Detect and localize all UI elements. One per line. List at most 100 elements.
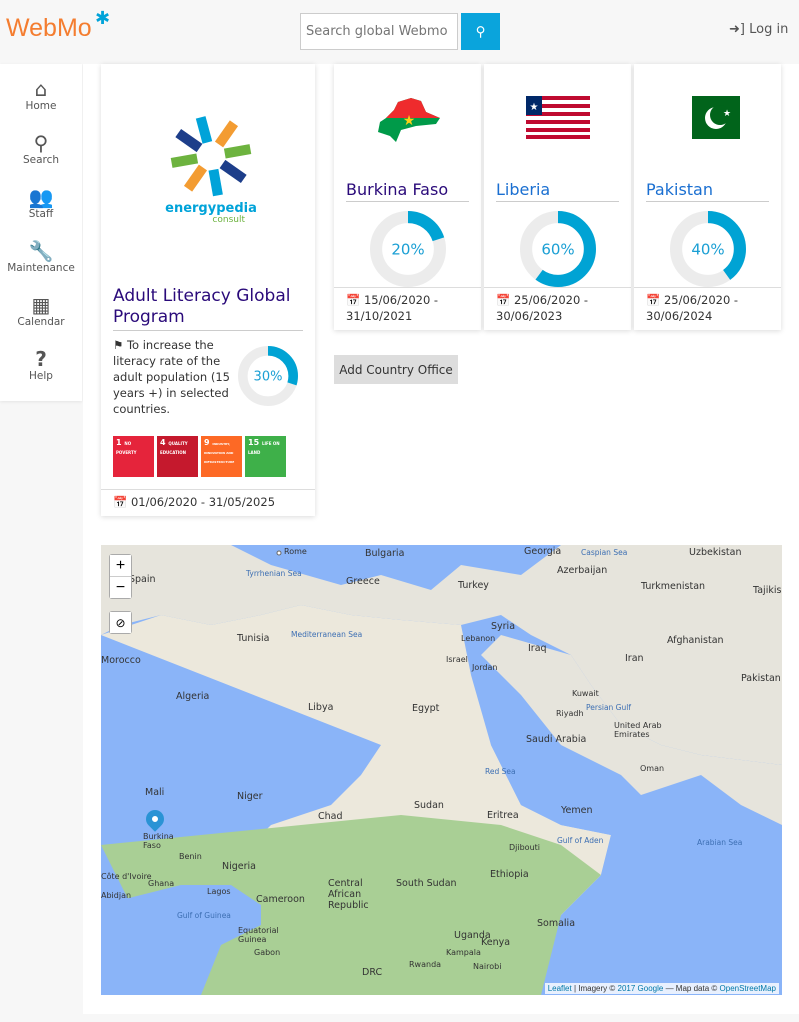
- map-label: Morocco: [101, 655, 141, 666]
- sdg-icons: 1 NO POVERTY 4 QUALITY EDUCATION 9 INDUS…: [113, 436, 286, 477]
- map[interactable]: Bulgaria Georgia Uzbekistan Spain Rome T…: [101, 545, 782, 995]
- map-label: Turkey: [458, 580, 489, 591]
- map-label: Lagos: [207, 887, 231, 896]
- sidebar-item-maintenance[interactable]: 🔧 Maintenance: [0, 226, 82, 280]
- program-title-link[interactable]: Adult Literacy Global Program: [113, 286, 303, 331]
- map-label: Mediterranean Sea: [291, 630, 363, 639]
- map-label: DRC: [362, 967, 383, 978]
- country-progress-donut: 20%: [370, 211, 446, 287]
- map-label: Djibouti: [509, 843, 541, 852]
- map-label: Côte d'Ivoire: [101, 872, 152, 881]
- osm-link[interactable]: OpenStreetMap: [720, 984, 776, 993]
- rome-city-dot: [276, 550, 282, 556]
- search-icon: ⚲: [475, 23, 486, 39]
- calendar-check-icon: 📅: [646, 293, 661, 307]
- map-label: Egypt: [412, 703, 440, 714]
- map-label: Sudan: [414, 800, 444, 811]
- description-text: To increase the literacy rate of the adu…: [113, 338, 230, 416]
- sidebar-item-label: Staff: [28, 208, 54, 220]
- dates-text: 15/06/2020 - 31/10/2021: [346, 293, 439, 323]
- logo-star-icon: ✱: [95, 8, 111, 29]
- program-card[interactable]: energypedia consult Adult Literacy Globa…: [101, 64, 315, 516]
- question-icon: ?: [35, 347, 47, 371]
- map-label: Persian Gulf: [586, 703, 631, 712]
- country-title-link[interactable]: Pakistan: [646, 180, 769, 202]
- sdg-1-icon: 1 NO POVERTY: [113, 436, 154, 477]
- country-progress-donut: 40%: [670, 211, 746, 287]
- dates-text: 25/06/2020 - 30/06/2024: [646, 293, 739, 323]
- sidebar-item-label: Home: [25, 100, 57, 112]
- map-label: United Arab Emirates: [614, 721, 662, 739]
- sign-in-icon: ➜]: [729, 22, 745, 37]
- google-link[interactable]: 2017 Google: [618, 984, 664, 993]
- map-attribution: Leaflet | Imagery © 2017 Google — Map da…: [544, 983, 779, 994]
- map-label: Kampala: [446, 948, 481, 957]
- map-label: Rwanda: [409, 960, 442, 969]
- map-label: Turkmenistan: [641, 581, 706, 592]
- mapdata-text: — Map data ©: [665, 984, 718, 993]
- map-land: [101, 545, 782, 995]
- imagery-text: | Imagery ©: [573, 984, 616, 993]
- zoom-out-button[interactable]: −: [110, 577, 131, 598]
- map-label: Uzbekistan: [689, 547, 742, 558]
- map-label: Kenya: [481, 937, 511, 948]
- map-label: Central African Republic: [328, 878, 369, 911]
- country-progress-donut: 60%: [520, 211, 596, 287]
- country-title-link[interactable]: Liberia: [496, 180, 619, 202]
- webmo-logo[interactable]: WebMo: [6, 14, 92, 43]
- map-label: Iraq: [528, 643, 547, 654]
- sidebar-item-staff[interactable]: 👥 Staff: [0, 172, 82, 226]
- sidebar-item-help[interactable]: ? Help: [0, 334, 82, 388]
- sidebar-item-home[interactable]: ⌂ Home: [0, 64, 82, 118]
- zoom-in-button[interactable]: +: [110, 555, 131, 576]
- map-label: Equatorial Guinea: [238, 926, 279, 944]
- map-label: Gabon: [254, 948, 281, 957]
- map-label: Mali: [145, 787, 165, 798]
- dates-text: 25/06/2020 - 30/06/2023: [496, 293, 589, 323]
- map-label: Ghana: [148, 879, 175, 888]
- country-card-liberia[interactable]: ★ Liberia 60% 📅 25/06/2020 - 30/06/2023: [484, 64, 631, 330]
- country-card-burkina-faso[interactable]: ★ Burkina Faso 20% 📅 15/06/2020 - 31/10/…: [334, 64, 481, 330]
- map-label: Algeria: [176, 691, 210, 702]
- calendar-check-icon: 📅: [346, 293, 361, 307]
- dates-text: 01/06/2020 - 31/05/2025: [130, 495, 276, 509]
- sdg-4-icon: 4 QUALITY EDUCATION: [157, 436, 198, 477]
- map-label: Burkina Faso: [143, 832, 174, 850]
- sidebar-item-calendar[interactable]: ▦ Calendar: [0, 280, 82, 334]
- search-input[interactable]: [300, 13, 458, 50]
- map-label: Libya: [308, 702, 334, 713]
- map-label: Iran: [625, 653, 644, 664]
- map-label: Syria: [491, 621, 516, 632]
- leaflet-link[interactable]: Leaflet: [548, 984, 572, 993]
- sidebar-item-label: Calendar: [17, 316, 65, 328]
- map-label: Israel: [446, 655, 468, 664]
- main-content: energypedia consult Adult Literacy Globa…: [83, 64, 799, 1014]
- locate-control: ⊘: [109, 611, 132, 634]
- map-label: Yemen: [561, 805, 593, 816]
- map-label: Tyrrhenian Sea: [246, 569, 302, 578]
- flag-icon: ⚑: [113, 338, 124, 352]
- map-label: Bulgaria: [365, 548, 405, 559]
- wrench-icon: 🔧: [28, 239, 54, 263]
- sidebar-item-search[interactable]: ⚲ Search: [0, 118, 82, 172]
- search-button[interactable]: ⚲: [461, 13, 500, 50]
- sdg-15-icon: 15 LIFE ON LAND: [245, 436, 286, 477]
- map-label: Cameroon: [256, 894, 305, 905]
- login-link[interactable]: ➜] Log in: [729, 22, 788, 37]
- donut-label: 40%: [691, 240, 724, 258]
- add-country-office-button[interactable]: Add Country Office: [334, 355, 458, 384]
- sidebar-item-label: Search: [22, 154, 60, 166]
- users-icon: 👥: [28, 185, 54, 209]
- burkina-faso-map-flag: ★: [378, 98, 440, 142]
- map-label: Pakistan: [741, 673, 781, 684]
- map-label: Abidjan: [101, 891, 132, 900]
- country-title-link[interactable]: Burkina Faso: [346, 180, 469, 202]
- country-card-pakistan[interactable]: ★ Pakistan 40% 📅 25/06/2020 - 30/06/2024: [634, 64, 781, 330]
- map-label: Arabian Sea: [697, 838, 743, 847]
- map-label: Afghanistan: [667, 635, 724, 646]
- map-label: Somalia: [537, 918, 576, 929]
- compass-icon[interactable]: ⊘: [110, 612, 131, 633]
- country-dates: 📅 25/06/2020 - 30/06/2023: [484, 287, 631, 330]
- calendar-icon: ▦: [31, 293, 51, 317]
- map-label: Chad: [318, 811, 343, 822]
